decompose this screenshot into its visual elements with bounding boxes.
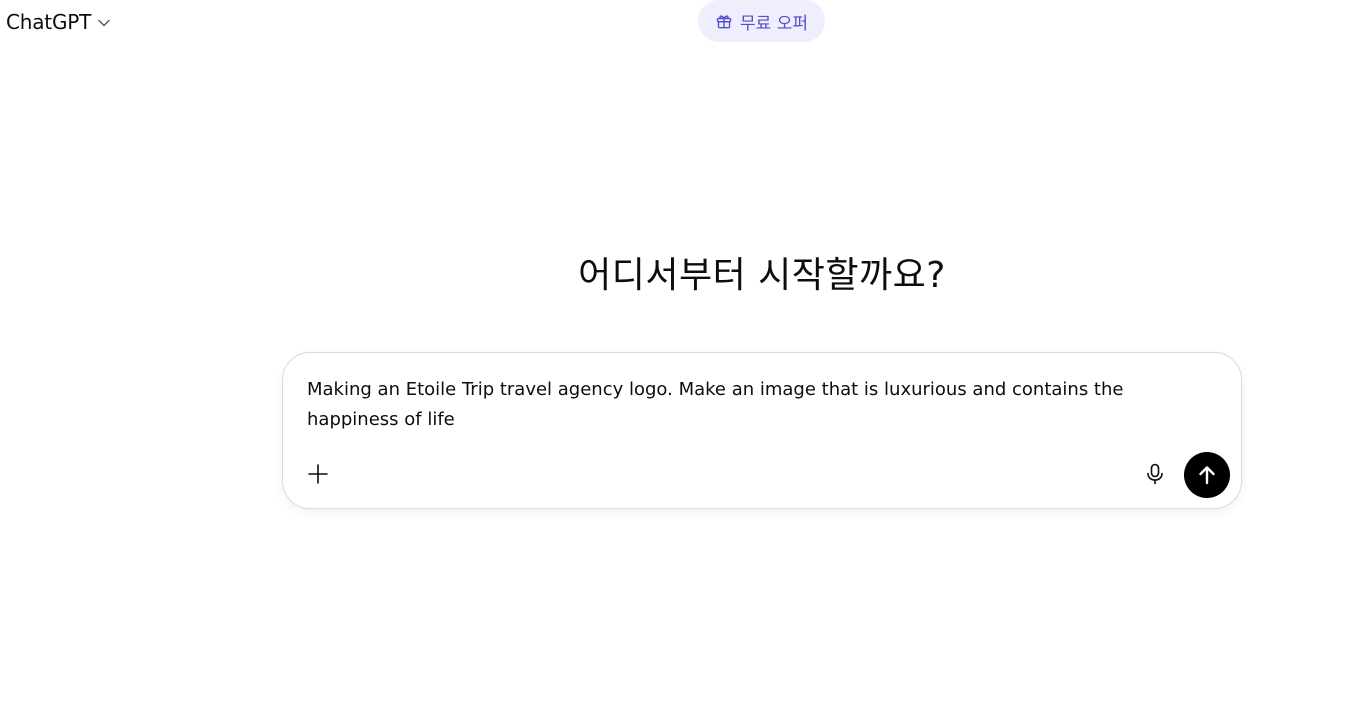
plus-icon <box>307 463 329 485</box>
composer: Making an Etoile Trip travel agency logo… <box>282 352 1242 509</box>
model-switcher[interactable]: ChatGPT <box>0 4 117 40</box>
chat-page: ChatGPT 무료 오퍼 어디서부터 시작할까요? Making an Eto… <box>0 0 1367 702</box>
dictate-button[interactable] <box>1138 457 1172 491</box>
free-offer-label: 무료 오퍼 <box>740 13 808 34</box>
add-attachment-button[interactable] <box>301 457 335 491</box>
model-name: ChatGPT <box>6 10 92 34</box>
arrow-up-icon <box>1196 464 1218 486</box>
chevron-down-icon <box>97 16 111 30</box>
page-title: 어디서부터 시작할까요? <box>578 255 946 296</box>
free-offer-button[interactable]: 무료 오퍼 <box>698 0 825 42</box>
microphone-icon <box>1145 463 1165 485</box>
send-button[interactable] <box>1184 452 1230 498</box>
gift-icon <box>715 12 733 30</box>
prompt-input[interactable]: Making an Etoile Trip travel agency logo… <box>307 375 1187 435</box>
